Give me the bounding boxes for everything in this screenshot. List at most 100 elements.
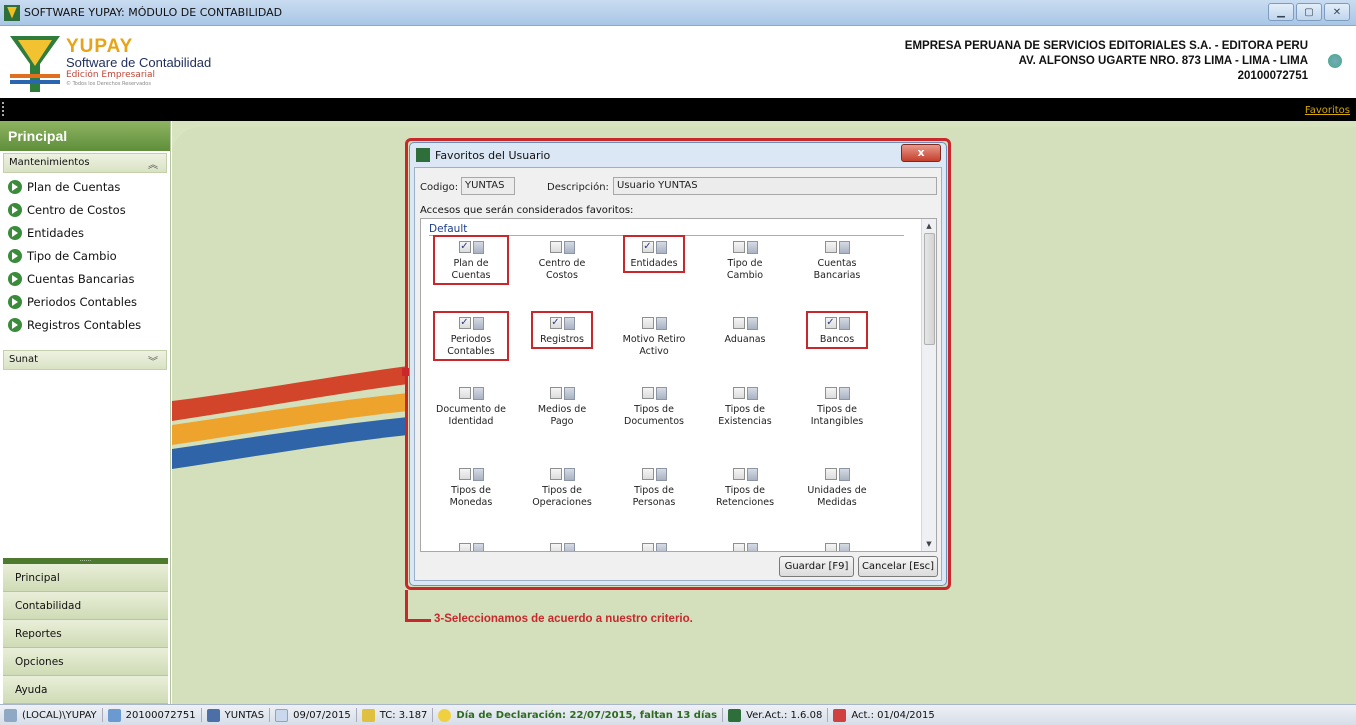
- favorite-checkbox[interactable]: [732, 317, 745, 329]
- module-icon: [746, 387, 758, 400]
- favorite-checkbox[interactable]: [549, 387, 562, 399]
- favorite-item[interactable]: Tipos de Retenciones: [703, 468, 787, 508]
- nav-reportes[interactable]: Reportes: [3, 620, 168, 648]
- favorite-item[interactable]: Tipos de Operaciones: [520, 468, 604, 508]
- arrow-circle-icon: [8, 294, 22, 309]
- vertical-scrollbar[interactable]: ▲ ▼: [921, 219, 936, 551]
- nav-principal[interactable]: Principal: [3, 564, 168, 592]
- sidebar-item-entidades[interactable]: Entidades: [0, 221, 170, 244]
- favorite-checkbox[interactable]: [549, 241, 562, 253]
- favorite-label: Cuentas Bancarias: [813, 258, 861, 281]
- module-icon: [746, 468, 758, 481]
- favorite-item[interactable]: [520, 543, 604, 551]
- section-sunat[interactable]: Sunat ︾: [3, 350, 167, 370]
- favorite-checkbox[interactable]: [641, 543, 654, 551]
- favorite-checkbox[interactable]: [458, 468, 471, 480]
- module-icon: [563, 241, 575, 254]
- nav-ayuda[interactable]: Ayuda: [3, 676, 168, 704]
- favorite-checkbox[interactable]: [824, 543, 837, 551]
- lightbulb-icon: [438, 708, 452, 722]
- favorite-item[interactable]: Tipos de Monedas: [429, 468, 513, 508]
- section-mantenimientos[interactable]: Mantenimientos ︽: [3, 153, 167, 173]
- dialog-close-button[interactable]: x: [901, 144, 941, 162]
- refresh-icon[interactable]: [1328, 54, 1342, 68]
- favorite-checkbox[interactable]: [641, 468, 654, 480]
- favorite-item[interactable]: Tipos de Documentos: [612, 387, 696, 427]
- favoritos-dialog: Favoritos del Usuario x Codigo: YUNTAS D…: [409, 142, 947, 586]
- favorites-list[interactable]: Default ▲ ▼ ✓ Plan de Cuentas Centro de Co…: [420, 218, 937, 552]
- favorite-item[interactable]: Aduanas: [703, 317, 787, 346]
- minimize-button[interactable]: ▁: [1268, 3, 1294, 21]
- favorite-checkbox[interactable]: [824, 468, 837, 480]
- favorite-item[interactable]: [429, 543, 513, 551]
- scroll-up-icon[interactable]: ▲: [922, 219, 936, 233]
- favorite-item[interactable]: Medios de Pago: [520, 387, 604, 427]
- scroll-thumb[interactable]: [924, 233, 935, 345]
- favorite-item[interactable]: Tipos de Personas: [612, 468, 696, 508]
- module-icon: [838, 387, 850, 400]
- favorite-item[interactable]: Tipos de Intangibles: [795, 387, 879, 427]
- dialog-body: Codigo: YUNTAS Descripción: Usuario YUNT…: [414, 167, 942, 581]
- scroll-down-icon[interactable]: ▼: [922, 537, 936, 551]
- sidebar-item-centro-de-costos[interactable]: Centro de Costos: [0, 198, 170, 221]
- favorite-checkbox[interactable]: [641, 317, 654, 329]
- dialog-titlebar: Favoritos del Usuario: [410, 143, 946, 167]
- status-declaracion: Día de Declaración: 22/07/2015, faltan 1…: [456, 709, 718, 721]
- favorite-item[interactable]: [795, 543, 879, 551]
- favorite-item[interactable]: Centro de Costos: [520, 241, 604, 281]
- favorite-item[interactable]: [612, 543, 696, 551]
- favorite-checkbox[interactable]: [458, 387, 471, 399]
- favorite-label: Tipos de Personas: [632, 485, 676, 508]
- favorite-item[interactable]: [703, 543, 787, 551]
- favorite-checkbox[interactable]: [732, 241, 745, 253]
- descripcion-field[interactable]: Usuario YUNTAS: [613, 177, 937, 195]
- save-button[interactable]: Guardar [F9]: [779, 556, 854, 577]
- favorite-label: Medios de Pago: [537, 404, 587, 427]
- module-icon: [563, 543, 575, 551]
- favorite-checkbox[interactable]: [824, 241, 837, 253]
- sidebar-header: Principal: [0, 121, 170, 151]
- selection-highlight: [623, 235, 685, 273]
- sidebar-item-registros-contables[interactable]: Registros Contables: [0, 313, 170, 336]
- expand-icon[interactable]: ︾: [148, 353, 158, 368]
- favorite-checkbox[interactable]: [458, 543, 471, 551]
- sidebar-item-periodos-contables[interactable]: Periodos Contables: [0, 290, 170, 313]
- favorite-checkbox[interactable]: [732, 543, 745, 551]
- close-button[interactable]: ✕: [1324, 3, 1350, 21]
- sidebar-item-plan-de-cuentas[interactable]: Plan de Cuentas: [0, 175, 170, 198]
- toolbar-strip: [0, 98, 1356, 121]
- favorite-item[interactable]: Motivo Retiro Activo: [612, 317, 696, 357]
- favorite-item[interactable]: Unidades de Medidas: [795, 468, 879, 508]
- codigo-field[interactable]: YUNTAS: [461, 177, 515, 195]
- brand-rights: © Todos los Derechos Reservados: [66, 81, 151, 87]
- favorite-checkbox[interactable]: [824, 387, 837, 399]
- calendar-icon: [833, 708, 847, 722]
- collapse-icon[interactable]: ︽: [148, 156, 158, 171]
- sidebar-item-tipo-de-cambio[interactable]: Tipo de Cambio: [0, 244, 170, 267]
- favorite-checkbox[interactable]: [641, 387, 654, 399]
- favorite-checkbox[interactable]: [549, 468, 562, 480]
- favorite-item[interactable]: Cuentas Bancarias: [795, 241, 879, 281]
- cancel-button[interactable]: Cancelar [Esc]: [858, 556, 938, 577]
- nav-contabilidad[interactable]: Contabilidad: [3, 592, 168, 620]
- favorite-label: Documento de Identidad: [436, 404, 506, 427]
- favorite-checkbox[interactable]: [732, 468, 745, 480]
- favorite-checkbox[interactable]: [549, 543, 562, 551]
- nav-opciones[interactable]: Opciones: [3, 648, 168, 676]
- favorite-label: Aduanas: [724, 334, 766, 345]
- module-icon: [746, 317, 758, 330]
- favorite-label: Tipos de Retenciones: [715, 485, 775, 508]
- selection-highlight: [433, 235, 509, 285]
- favorites-link[interactable]: Favoritos: [1305, 105, 1350, 116]
- arrow-circle-icon: [8, 179, 22, 194]
- arrow-circle-icon: [8, 202, 22, 217]
- module-icon: [472, 543, 484, 551]
- favorite-item[interactable]: Tipo de Cambio: [703, 241, 787, 281]
- favorite-item[interactable]: Documento de Identidad: [429, 387, 513, 427]
- sidebar-item-cuentas-bancarias[interactable]: Cuentas Bancarias: [0, 267, 170, 290]
- maximize-button[interactable]: ▢: [1296, 3, 1322, 21]
- favorite-checkbox[interactable]: [732, 387, 745, 399]
- annotation-text: 3-Seleccionamos de acuerdo a nuestro cri…: [434, 613, 693, 625]
- favorite-item[interactable]: Tipos de Existencias: [703, 387, 787, 427]
- module-icon: [838, 543, 850, 551]
